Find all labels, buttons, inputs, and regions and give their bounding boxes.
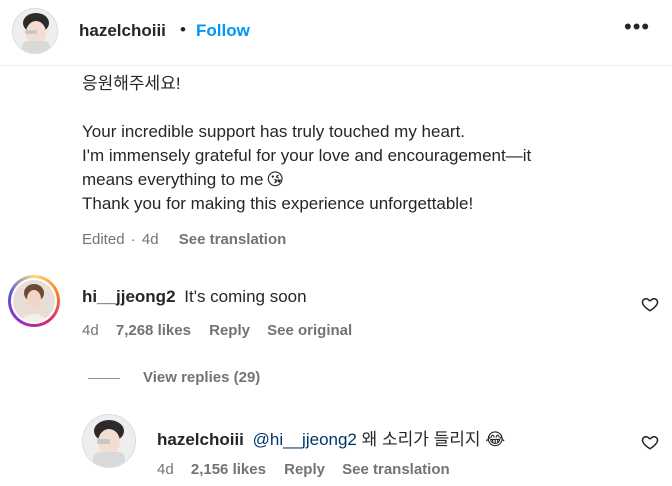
story-ring[interactable] [8,275,60,327]
caption-text: means everything to me [82,170,264,189]
comment-text: It's coming soon [184,287,307,306]
like-heart-icon[interactable] [641,295,659,313]
reply-body: hazelchoiii @hi__jjeong2 왜 소리가 들리지 😂 [157,425,505,450]
replies-divider [88,378,120,379]
mention-link[interactable]: @hi__jjeong2 [253,430,357,449]
caption-line: Thank you for making this experience unf… [82,194,474,213]
caption-meta: Edited · 4d See translation [82,231,286,248]
reply-time[interactable]: 4d [157,461,174,478]
caption-line: 응원해주세요! [82,74,181,93]
caption-line: means everything to me 😘 [82,168,642,192]
reply-meta: 4d 2,156 likes Reply See translation [157,461,450,478]
edited-label: Edited [82,231,125,248]
meta-dot: · [130,231,136,248]
more-options-icon[interactable]: ••• [624,14,650,40]
like-heart-icon[interactable] [641,433,659,451]
see-translation-link[interactable]: See translation [179,231,287,248]
kiss-emoji-icon: 😘 [266,170,285,189]
header-avatar[interactable] [12,8,58,54]
comment-meta: 4d 7,268 likes Reply See original [82,322,352,339]
header-username[interactable]: hazelchoiii [79,21,166,41]
view-replies-button[interactable]: View replies (29) [143,369,260,386]
reply-button[interactable]: Reply [284,461,325,478]
header-separator: • [180,20,186,39]
reply-text: 왜 소리가 들리지 [361,430,481,449]
comment-time[interactable]: 4d [82,322,99,339]
likes-count[interactable]: 2,156 likes [191,461,266,478]
reply-username[interactable]: hazelchoiii [157,430,244,449]
likes-count[interactable]: 7,268 likes [116,322,191,339]
see-original-link[interactable]: See original [267,322,352,339]
caption-line: I'm immensely grateful for your love and… [82,146,532,165]
post-caption: 응원해주세요! Your incredible support has trul… [82,72,642,216]
post-header: hazelchoiii • Follow ••• [0,0,672,66]
comment-body: hi__jjeong2 It's coming soon [82,287,307,307]
see-translation-link[interactable]: See translation [342,461,450,478]
caption-line: Your incredible support has truly touche… [82,122,466,141]
reply-button[interactable]: Reply [209,322,250,339]
comment-username[interactable]: hi__jjeong2 [82,287,176,306]
reply-avatar[interactable] [82,414,136,468]
commenter-avatar[interactable] [13,280,55,322]
caption-time[interactable]: 4d [142,231,159,248]
follow-button[interactable]: Follow [196,21,250,41]
laugh-emoji-icon: 😂 [485,430,506,449]
